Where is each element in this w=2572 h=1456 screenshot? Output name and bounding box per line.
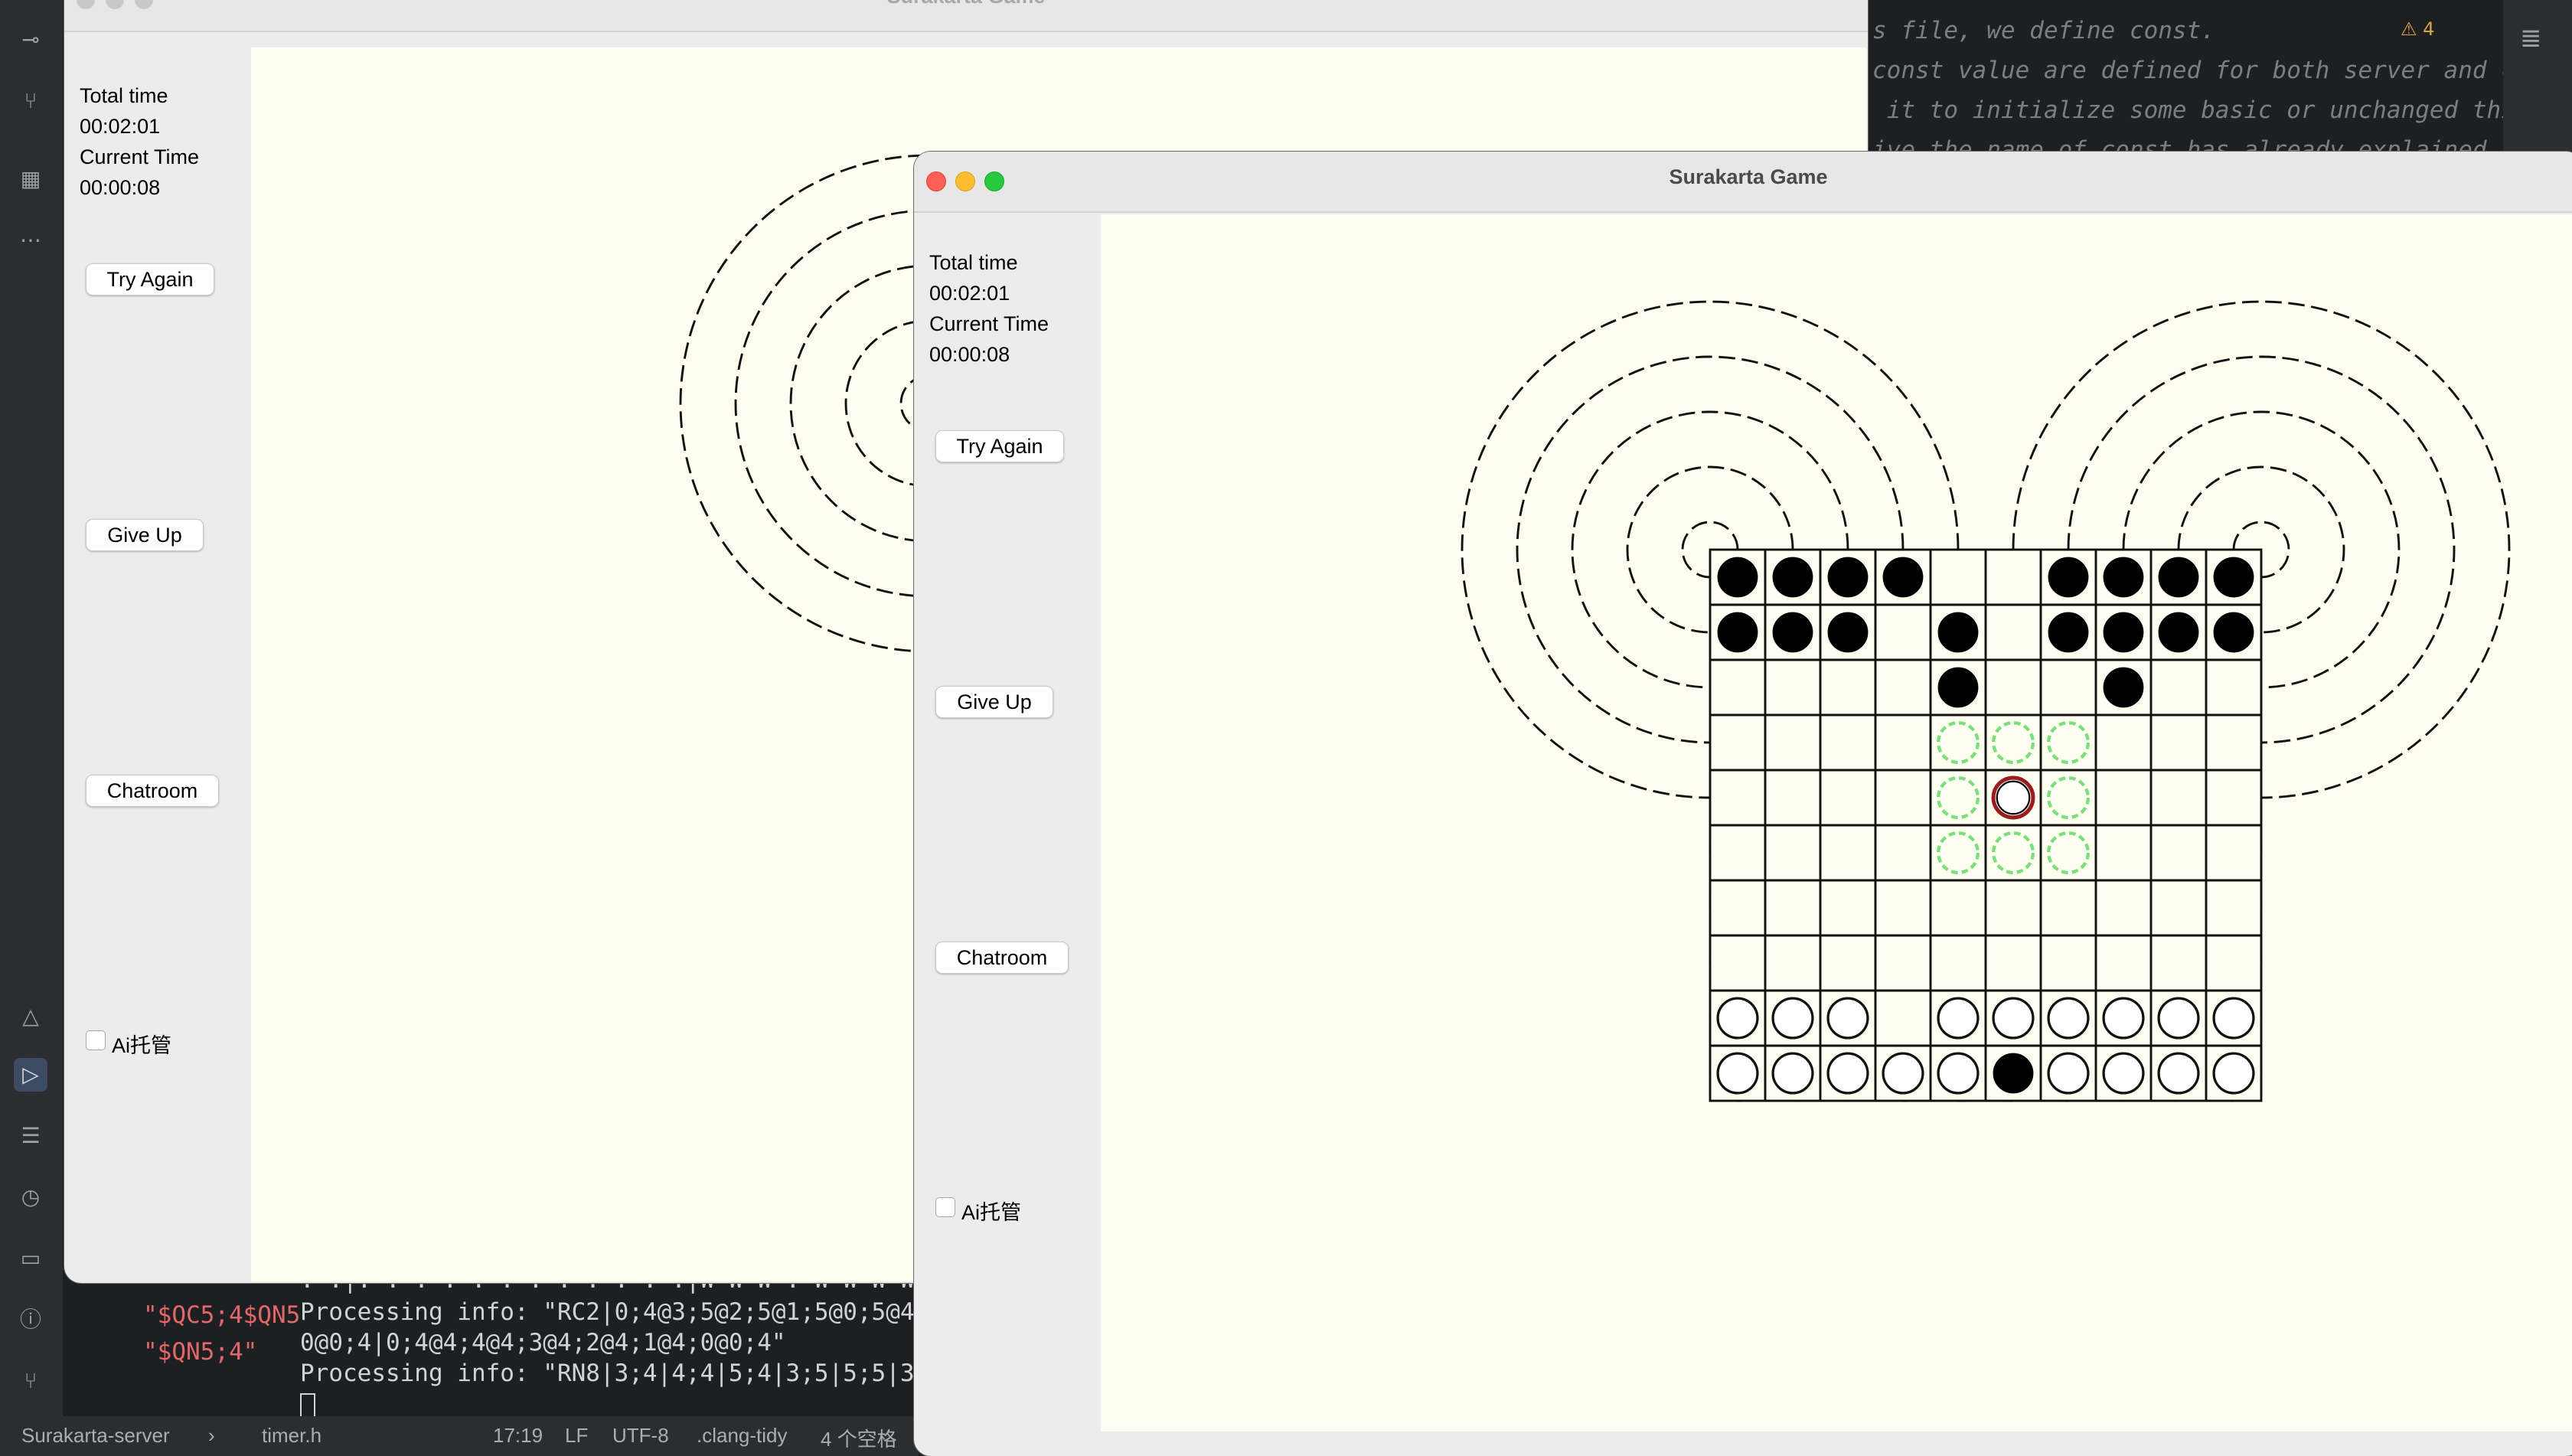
black-piece [2213, 557, 2254, 598]
indent-setting[interactable]: 4 个空格 [821, 1424, 897, 1452]
white-piece [1882, 1052, 1924, 1095]
commit-icon[interactable]: ⊸ [14, 23, 47, 57]
black-piece [1882, 557, 1924, 598]
window-title: Surakarta Game [1669, 165, 1828, 188]
black-piece [2158, 612, 2199, 653]
board-svg[interactable] [1101, 214, 2572, 1432]
more-icon[interactable]: ⋯ [14, 224, 47, 257]
ai-takeover-label: Ai托管 [112, 1034, 172, 1057]
black-piece [1937, 612, 1979, 653]
file-encoding[interactable]: UTF-8 [612, 1424, 669, 1448]
warning-counter[interactable]: ⚠ 4 [2401, 18, 2434, 40]
total-time-label: Total time [80, 84, 168, 107]
black-piece [2158, 557, 2199, 598]
run-icon[interactable]: ▷ [14, 1058, 47, 1092]
ai-takeover-checkbox[interactable] [935, 1197, 955, 1217]
give-up-button[interactable]: Give Up [935, 686, 1053, 718]
build-icon[interactable]: △ [14, 1000, 47, 1033]
white-piece [1992, 997, 2035, 1040]
black-piece [1993, 1053, 2034, 1094]
white-piece [2047, 1052, 2090, 1095]
front-window-titlebar[interactable]: Surakarta Game [914, 152, 2572, 213]
terminal-code-line: "$QC5;4$QN5 [143, 1301, 301, 1329]
total-time-label: Total time [929, 251, 1018, 274]
git-icon[interactable]: ⑂ [14, 1364, 47, 1398]
back-window-titlebar[interactable]: Surakarta Game [64, 0, 1868, 32]
black-piece [1717, 612, 1758, 653]
terminal-line: Processing info: "RN8|3;4|4;4|5;4|3;5|5;… [300, 1360, 943, 1387]
database-panel-strip: ≣ [2503, 0, 2572, 153]
white-piece [1771, 1052, 1814, 1095]
black-piece [2103, 667, 2144, 708]
code-line: const value are defined for both server … [1872, 57, 2503, 84]
white-piece [2047, 997, 2090, 1040]
window-title: Surakarta Game [64, 0, 1868, 8]
white-piece [1937, 1052, 1980, 1095]
ai-takeover-checkbox[interactable] [86, 1030, 106, 1050]
white-piece [2212, 1052, 2255, 1095]
warning-count: 4 [2423, 18, 2435, 40]
current-time-label: Current Time [929, 312, 1049, 335]
black-piece [2213, 612, 2254, 653]
breadcrumb-separator-icon: › [208, 1424, 215, 1447]
database-icon[interactable]: ≣ [2520, 23, 2542, 54]
structure-icon[interactable]: ▦ [14, 162, 47, 196]
linter-config[interactable]: .clang-tidy [697, 1424, 788, 1448]
white-piece [1716, 997, 1759, 1040]
white-piece [2212, 997, 2255, 1040]
cursor-position[interactable]: 17:19 [493, 1424, 543, 1448]
code-line: ive the name of const has already explai… [1872, 136, 2487, 153]
code-line: it to initialize some basic or unchanged… [1872, 96, 2503, 124]
total-time-value: 00:02:01 [929, 282, 1010, 305]
status-bar: Surakarta-server › timer.h 17:19 LF UTF-… [0, 1416, 919, 1456]
white-piece [1771, 997, 1814, 1040]
white-piece [1826, 1052, 1869, 1095]
ai-takeover-label: Ai托管 [961, 1201, 1022, 1224]
white-piece [2157, 1052, 2200, 1095]
todo-icon[interactable]: ☰ [14, 1119, 47, 1153]
terminal-line: 0@0;4|0;4@4;4@4;3@4;2@4;1@4;0@0;4" [300, 1329, 786, 1356]
black-piece [1827, 557, 1869, 598]
black-piece [1827, 612, 1869, 653]
services-icon[interactable]: ◷ [14, 1180, 47, 1214]
white-piece [1716, 1052, 1759, 1095]
file-name[interactable]: timer.h [262, 1424, 322, 1448]
black-piece [2048, 557, 2089, 598]
black-piece [2048, 612, 2089, 653]
terminal-icon[interactable]: ▭ [14, 1242, 47, 1275]
terminal-code-line: "$QN5;4" [143, 1338, 258, 1366]
line-separator[interactable]: LF [565, 1424, 588, 1448]
front-game-window: Surakarta Game Total time 00:02:01 Curre… [914, 152, 2572, 1456]
black-piece [1717, 557, 1758, 598]
total-time-value: 00:02:01 [80, 115, 161, 138]
terminal-line: Processing info: "RC2|0;4@3;5@2;5@1;5@0;… [300, 1298, 943, 1326]
black-piece [2103, 612, 2144, 653]
current-time-value: 00:00:08 [80, 176, 161, 199]
code-line: s file, we define const. [1872, 17, 2215, 44]
black-piece [1772, 612, 1813, 653]
white-piece [2102, 1052, 2145, 1095]
chatroom-button[interactable]: Chatroom [86, 775, 219, 807]
board-canvas[interactable] [1101, 214, 2572, 1432]
chatroom-button[interactable]: Chatroom [935, 942, 1069, 974]
current-time-label: Current Time [80, 145, 200, 168]
white-piece [2157, 997, 2200, 1040]
black-piece [1937, 667, 1979, 708]
black-piece [2103, 557, 2144, 598]
black-piece [1772, 557, 1813, 598]
white-piece [1826, 997, 1869, 1040]
white-piece [2102, 997, 2145, 1040]
current-time-value: 00:00:08 [929, 343, 1010, 366]
problems-icon[interactable]: ⓘ [14, 1303, 47, 1337]
try-again-button[interactable]: Try Again [86, 263, 214, 295]
project-name[interactable]: Surakarta-server [21, 1424, 170, 1448]
white-piece [1937, 997, 1980, 1040]
give-up-button[interactable]: Give Up [86, 519, 204, 551]
selected-white-piece [1991, 775, 2035, 820]
try-again-button[interactable]: Try Again [935, 430, 1064, 462]
terminal-panel[interactable]: "$QC5;4$QN5 "$QN5;4" . .|. . . . . . . .… [63, 1266, 943, 1424]
pull-request-icon[interactable]: ⑂ [14, 84, 47, 118]
ide-tool-rail: ⊸ ⑂ ▦ ⋯ △ ▷ ☰ ◷ ▭ ⓘ ⑂ [0, 0, 64, 1456]
